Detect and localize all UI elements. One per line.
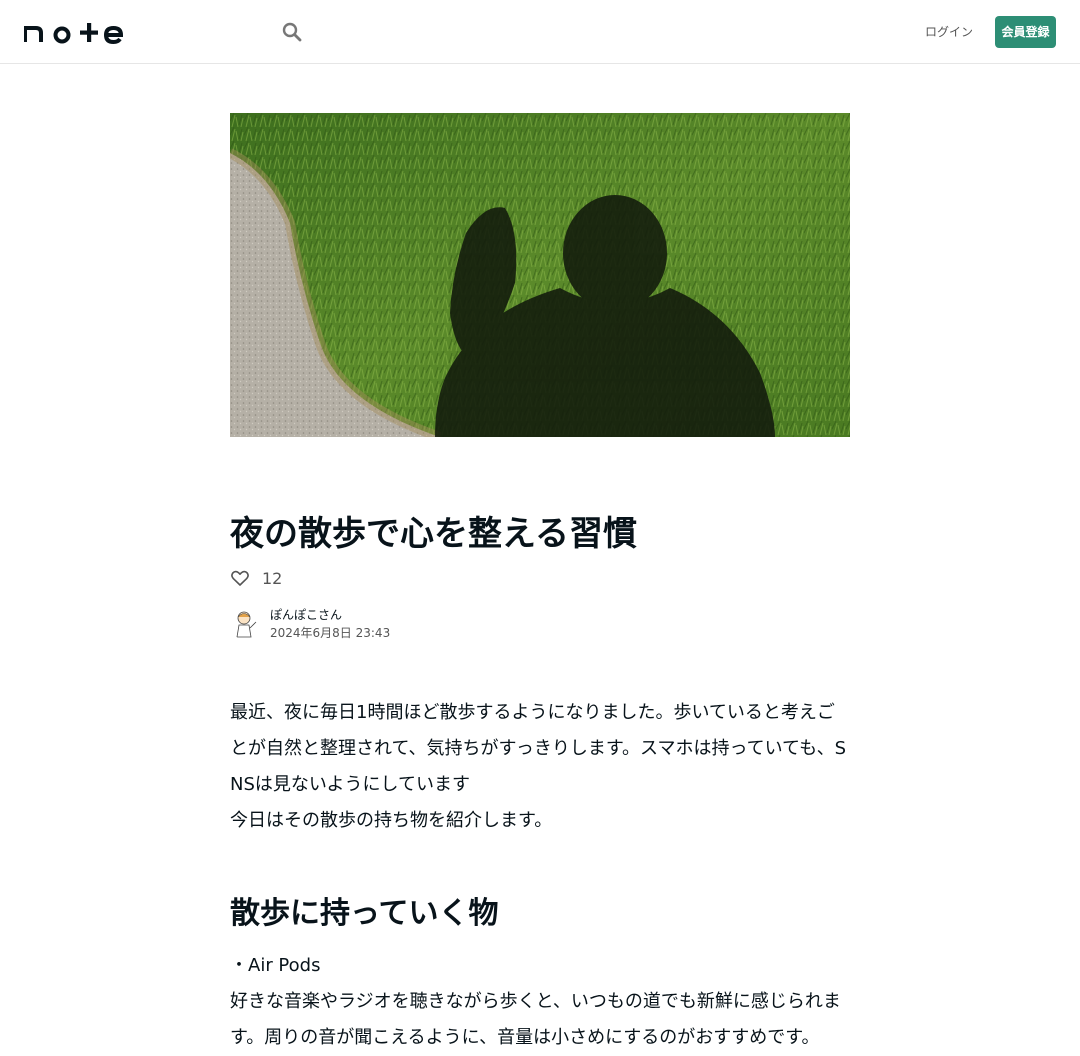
- article-title: 夜の散歩で心を整える習慣: [230, 514, 637, 554]
- like-count: 12: [262, 568, 283, 588]
- article-paragraph: 最近、夜に毎日1時間ほど散歩するようになりました。歩いていると考えごとが自然と整…: [230, 702, 847, 795]
- post-date: 2024年6月8日 23:43: [270, 626, 391, 640]
- heart-icon[interactable]: [230, 568, 250, 588]
- article-body: 最近、夜に毎日1時間ほど散歩するようになりました。歩いていると考えごとが自然と整…: [230, 695, 850, 1056]
- article-paragraph: 今日はその散歩の持ち物を紹介します。: [230, 810, 553, 831]
- section-heading: 散歩に持っていく物: [230, 896, 499, 931]
- author-name[interactable]: ぽんぽこさん: [270, 606, 390, 624]
- site-header: ログイン 会員登録: [0, 0, 1080, 64]
- signup-button[interactable]: 会員登録: [995, 16, 1056, 48]
- author-info: ぽんぽこさん 2024年6月8日 23:43: [230, 606, 390, 642]
- shadow-on-grass-photo: [230, 113, 850, 437]
- like-area: 12: [230, 564, 282, 592]
- search-icon: [282, 22, 302, 42]
- hero-image: [230, 113, 850, 437]
- login-link[interactable]: ログイン: [920, 22, 978, 42]
- item-paragraph: 好きな音楽やラジオを聴きながら歩くと、いつもの道でも新鮮に感じられます。周りの音…: [230, 991, 841, 1048]
- note-logo-mark: [23, 23, 124, 45]
- avatar-illustration: [230, 608, 262, 640]
- search-button[interactable]: [278, 18, 306, 46]
- avatar[interactable]: [230, 608, 262, 640]
- item-label: ・Air Pods: [230, 955, 321, 976]
- note-logo[interactable]: [23, 20, 124, 45]
